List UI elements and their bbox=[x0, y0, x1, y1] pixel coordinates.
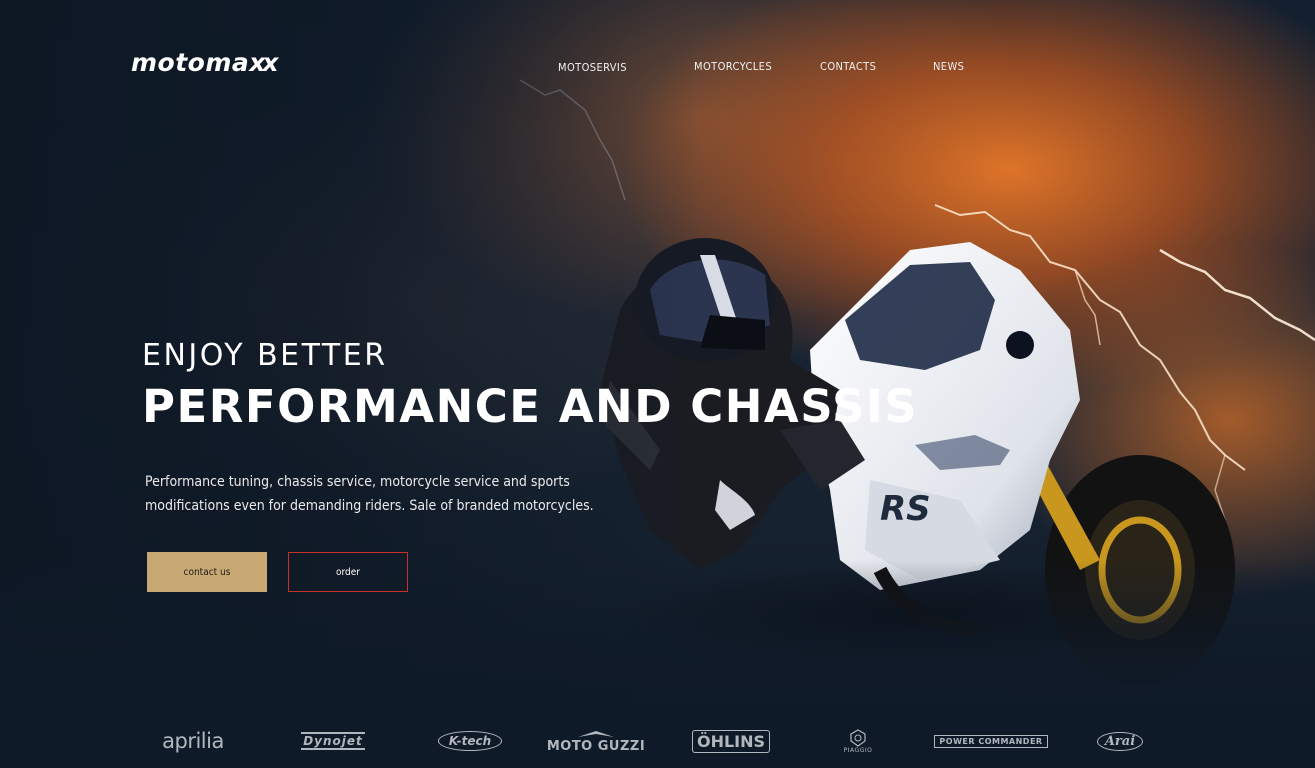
nav-item-contacts[interactable]: CONTACTS bbox=[820, 60, 876, 73]
nav-item-motorcycles[interactable]: MOTORCYCLES bbox=[694, 60, 772, 73]
brand-name: ÖHLINS bbox=[691, 729, 771, 753]
nav-item-motoservis[interactable]: MOTOSERVIS bbox=[558, 61, 627, 74]
hero-headline: PERFORMANCE AND CHASSIS bbox=[142, 380, 919, 433]
order-button[interactable]: order bbox=[288, 552, 408, 592]
contact-us-button[interactable]: contact us bbox=[147, 552, 267, 592]
hero-eyebrow: ENJOY BETTER bbox=[142, 338, 388, 373]
brand-arai-logo[interactable]: Arai bbox=[1096, 722, 1144, 760]
brand-dynojet-logo[interactable]: Dynojet bbox=[290, 722, 376, 760]
brand-name: Arai bbox=[1096, 731, 1144, 751]
brand-name: aprilia bbox=[162, 729, 224, 753]
nav-item-news[interactable]: NEWS bbox=[933, 60, 964, 73]
brand-name: K-tech bbox=[437, 731, 503, 751]
brand-ohlins-logo[interactable]: ÖHLINS bbox=[691, 722, 771, 760]
brand-power-commander-logo[interactable]: POWER COMMANDER bbox=[934, 722, 1048, 760]
brand-name: MOTO GUZZI bbox=[546, 738, 646, 754]
brand-name: PIAGGIO bbox=[843, 746, 873, 754]
svg-text:RS: RS bbox=[880, 489, 931, 529]
brand-name: Dynojet bbox=[301, 732, 365, 750]
piaggio-shield-icon bbox=[850, 728, 866, 747]
brand-piaggio-logo[interactable]: PIAGGIO bbox=[838, 722, 878, 760]
brand-name: POWER COMMANDER bbox=[934, 734, 1048, 748]
main-nav: MOTOSERVIS MOTORCYCLES CONTACTS NEWS bbox=[0, 60, 1315, 80]
brand-aprilia-logo[interactable]: aprilia bbox=[158, 722, 228, 760]
brand-logos-strip: aprilia Dynojet K-tech MOTO GUZZI ÖHLINS… bbox=[0, 722, 1315, 762]
eagle-icon bbox=[578, 730, 614, 737]
brand-moto-guzzi-logo[interactable]: MOTO GUZZI bbox=[547, 722, 645, 760]
brand-ktech-logo[interactable]: K-tech bbox=[437, 722, 503, 760]
hero-description: Performance tuning, chassis service, mot… bbox=[145, 474, 594, 514]
